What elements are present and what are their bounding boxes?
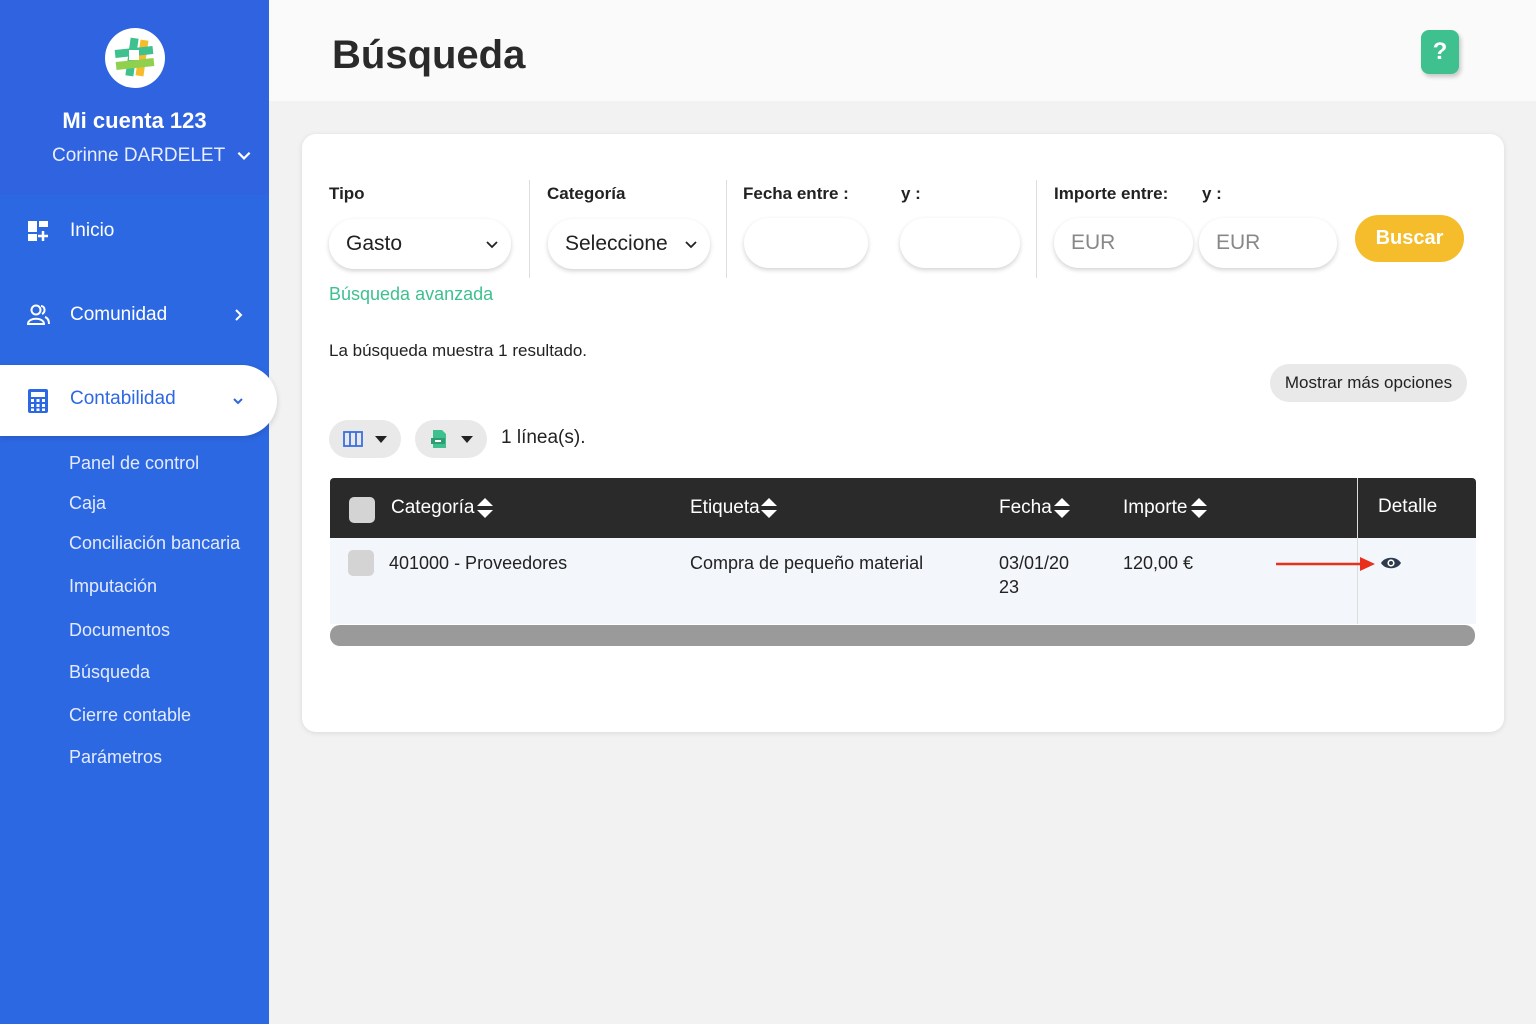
- sidebar: Mi cuenta 123 Corinne DARDELET Inicio Co…: [0, 0, 277, 1024]
- importe-max-placeholder: EUR: [1216, 231, 1261, 254]
- select-all-checkbox[interactable]: [349, 497, 375, 523]
- cell-fecha-line2: 23: [999, 577, 1020, 597]
- column-header-categoria[interactable]: Categoría: [391, 497, 474, 519]
- chevron-right-icon: [235, 309, 243, 321]
- importe-y-label: y :: [1202, 184, 1222, 203]
- tipo-value: Gasto: [346, 232, 403, 255]
- divider: [1036, 180, 1037, 278]
- cell-fecha: 03/01/20 23: [999, 551, 1069, 599]
- divider: [726, 180, 727, 278]
- account-name: Mi cuenta 123: [62, 108, 207, 133]
- more-options-button[interactable]: Mostrar más opciones: [1270, 364, 1467, 402]
- page-title: Búsqueda: [332, 33, 526, 77]
- subnav-busqueda[interactable]: Búsqueda: [69, 662, 150, 683]
- cell-fecha-line1: 03/01/20: [999, 553, 1070, 573]
- app-logo[interactable]: [105, 28, 165, 88]
- importe-min-input[interactable]: EUR: [1054, 218, 1193, 268]
- column-header-etiqueta[interactable]: Etiqueta: [690, 497, 760, 519]
- categoria-select[interactable]: Seleccione: [548, 219, 710, 269]
- subnav-caja[interactable]: Caja: [69, 493, 106, 514]
- nav-label: Contabilidad: [70, 388, 176, 409]
- cell-categoria: 401000 - Proveedores: [389, 553, 568, 573]
- calculator-icon: [28, 389, 48, 413]
- nav-label: Comunidad: [70, 304, 168, 325]
- column-header-fecha[interactable]: Fecha: [999, 497, 1052, 519]
- sort-icon[interactable]: [760, 496, 778, 520]
- fecha-label: Fecha entre :: [743, 184, 849, 203]
- advanced-search-link[interactable]: Búsqueda avanzada: [329, 284, 493, 305]
- subnav-documentos[interactable]: Documentos: [69, 620, 170, 641]
- sort-icon[interactable]: [1190, 496, 1208, 520]
- categoria-value: Seleccione: [565, 232, 668, 255]
- tipo-label: Tipo: [329, 184, 365, 203]
- results-summary: La búsqueda muestra 1 resultado.: [329, 341, 588, 360]
- subnav-panel-de-control[interactable]: Panel de control: [69, 453, 199, 474]
- column-header-importe[interactable]: Importe: [1123, 497, 1187, 519]
- subnav-parametros[interactable]: Parámetros: [69, 747, 162, 768]
- fecha-hasta-input[interactable]: [900, 218, 1020, 268]
- account-header: Mi cuenta 123 Corinne DARDELET: [0, 0, 269, 195]
- help-button[interactable]: ?: [1421, 30, 1459, 74]
- table-row: 401000 - Proveedores Compra de pequeño m…: [330, 538, 1476, 624]
- nav-label: Inicio: [70, 220, 115, 241]
- caret-down-icon: [461, 436, 473, 443]
- subnav-conciliacion-bancaria[interactable]: Conciliación bancaria: [69, 533, 240, 554]
- subnav-cierre-contable[interactable]: Cierre contable: [69, 705, 191, 726]
- search-button[interactable]: Buscar: [1355, 215, 1464, 262]
- detail-column-divider: [1357, 478, 1358, 624]
- lines-count: 1 línea(s).: [501, 427, 586, 448]
- row-checkbox[interactable]: [348, 550, 374, 576]
- red-arrow-annotation: [1276, 557, 1375, 571]
- caret-down-icon: [375, 436, 387, 443]
- chevron-down-icon: [685, 241, 697, 249]
- cell-etiqueta: Compra de pequeño material: [690, 553, 924, 573]
- categoria-label: Categoría: [547, 184, 626, 203]
- export-button[interactable]: [415, 420, 487, 458]
- page-header: Búsqueda ?: [269, 0, 1536, 101]
- cell-importe: 120,00 €: [1123, 553, 1194, 573]
- nav-item-comunidad[interactable]: Comunidad: [0, 285, 269, 345]
- chevron-down-icon: [233, 398, 243, 405]
- subnav-imputacion[interactable]: Imputación: [69, 576, 157, 597]
- importe-min-placeholder: EUR: [1071, 231, 1116, 254]
- sort-icon[interactable]: [1053, 496, 1071, 520]
- user-name[interactable]: Corinne DARDELET: [52, 145, 225, 167]
- columns-toggle-button[interactable]: [329, 420, 401, 458]
- importe-label: Importe entre:: [1054, 184, 1169, 203]
- table-header: Categoría Etiqueta Fecha Importe Detalle: [330, 478, 1476, 538]
- eye-icon[interactable]: [1380, 555, 1402, 571]
- chevron-down-icon: [486, 241, 498, 249]
- spreadsheet-icon: [431, 430, 446, 448]
- tipo-select[interactable]: Gasto: [329, 219, 511, 269]
- columns-icon: [343, 431, 363, 447]
- dashboard-icon: [28, 221, 48, 241]
- divider: [529, 180, 530, 278]
- users-icon: [26, 304, 50, 325]
- nav-item-contabilidad[interactable]: Contabilidad: [0, 365, 277, 436]
- nav-item-inicio[interactable]: Inicio: [0, 201, 269, 261]
- horizontal-scrollbar[interactable]: [330, 625, 1475, 646]
- fecha-desde-input[interactable]: [744, 218, 868, 268]
- importe-max-input[interactable]: EUR: [1199, 218, 1337, 268]
- sort-icon[interactable]: [476, 496, 494, 520]
- column-header-detalle: Detalle: [1378, 496, 1438, 517]
- fecha-y-label: y :: [901, 184, 921, 203]
- chevron-down-icon[interactable]: [235, 146, 253, 164]
